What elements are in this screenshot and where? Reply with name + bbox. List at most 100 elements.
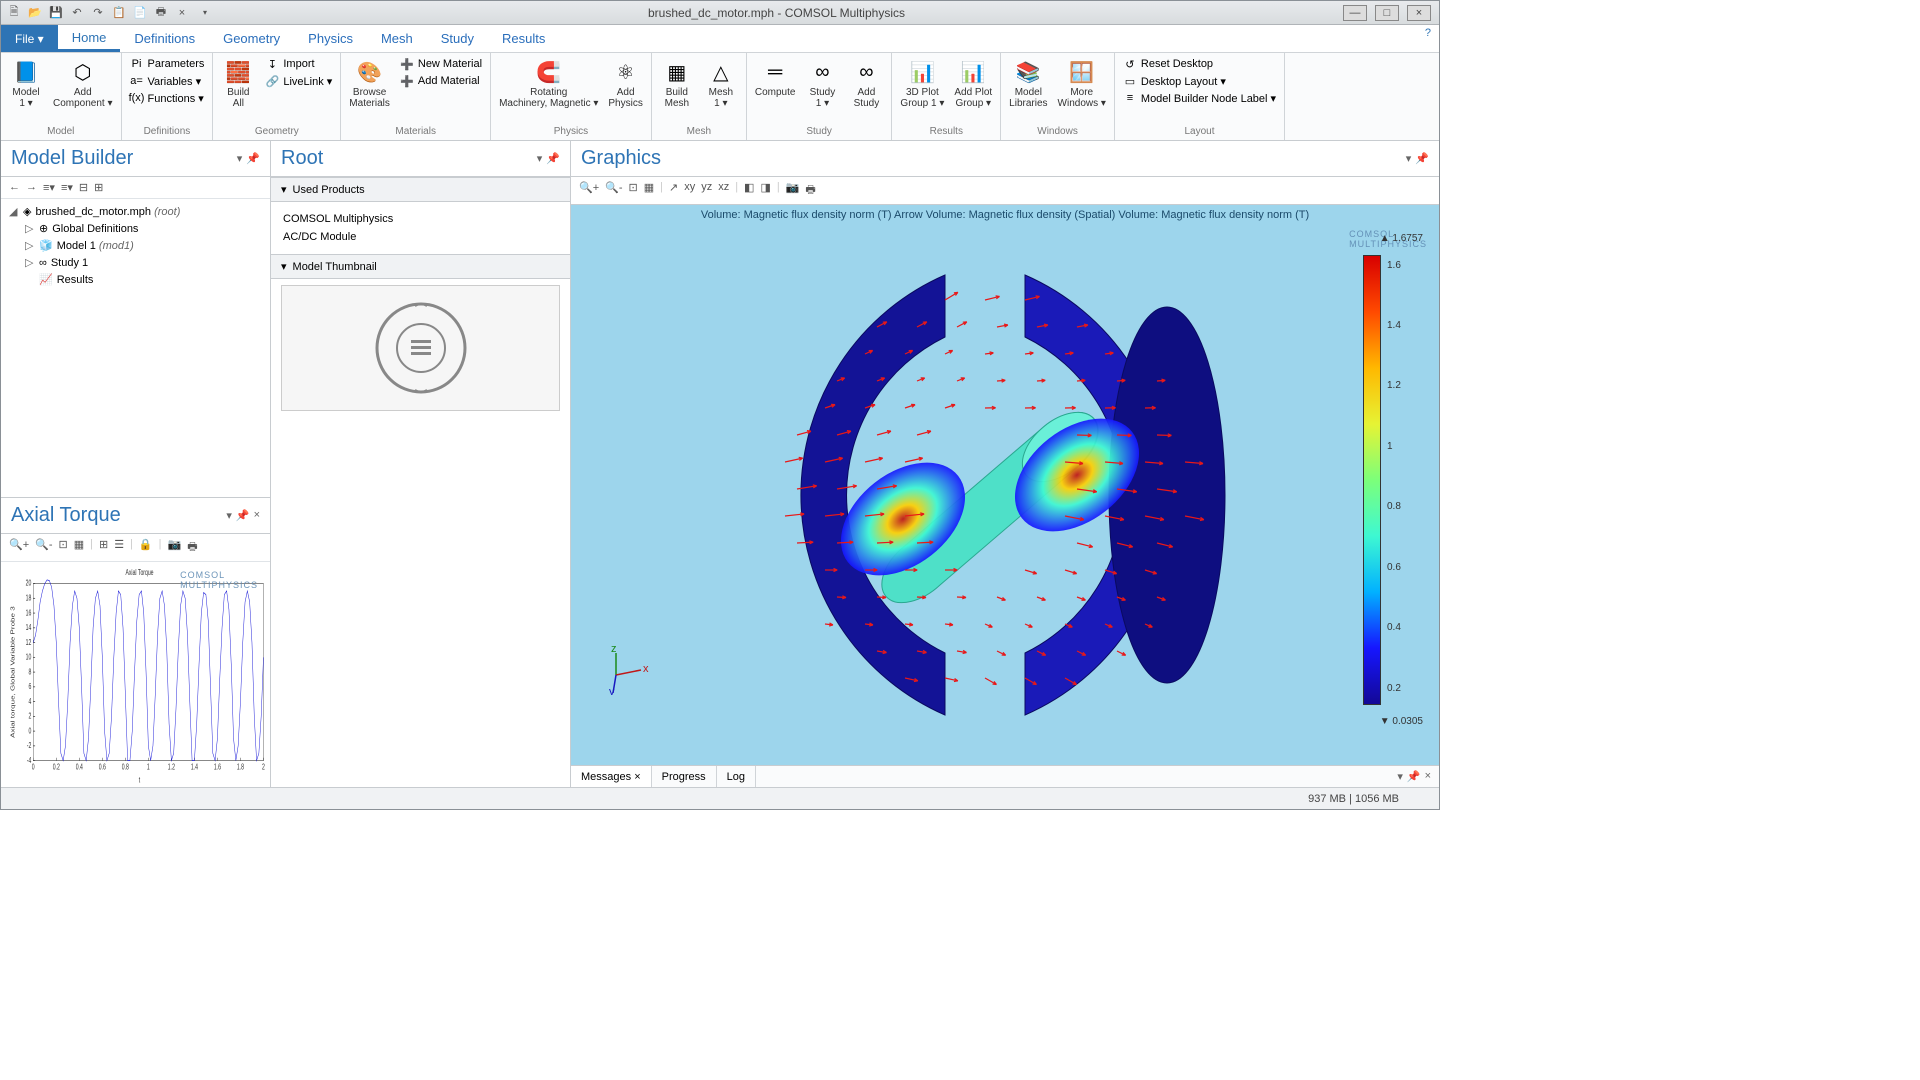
tree-collapse-icon[interactable]: ⊞: [94, 181, 103, 194]
open-icon[interactable]: 📂: [26, 4, 44, 22]
tab-progress[interactable]: Progress: [652, 766, 717, 787]
tree-expand-icon[interactable]: ⊟: [79, 181, 88, 194]
lock-icon[interactable]: 🔒: [139, 538, 153, 557]
tab-definitions[interactable]: Definitions: [120, 25, 209, 52]
panel-menu-icon[interactable]: ▾: [237, 152, 243, 165]
products-section-header[interactable]: ▾Used Products: [271, 177, 570, 202]
collapse-icon[interactable]: ≡▾: [61, 181, 73, 194]
ribbon-study[interactable]: ∞Study1 ▾: [801, 55, 843, 111]
zoom-out-icon[interactable]: 🔍-: [605, 181, 622, 200]
minimize-button[interactable]: —: [1343, 5, 1367, 21]
view-xy-icon[interactable]: ↗: [669, 181, 678, 200]
ribbon-add-material[interactable]: ➕Add Material: [398, 73, 484, 89]
zoom-box-icon[interactable]: ▦: [74, 538, 84, 557]
ribbon-variables-[interactable]: a=Variables ▾: [128, 73, 207, 89]
delete-icon[interactable]: ×: [173, 4, 191, 22]
tab-study[interactable]: Study: [427, 25, 488, 52]
ribbon-parameters[interactable]: PiParameters: [128, 56, 207, 72]
ribbon-reset-desktop[interactable]: ↺Reset Desktop: [1121, 56, 1278, 72]
ribbon-mesh[interactable]: △Mesh1 ▾: [700, 55, 742, 111]
save-icon[interactable]: 💾: [47, 4, 65, 22]
tree-item[interactable]: ▷⊕Global Definitions: [9, 220, 262, 237]
zoom-extents-icon[interactable]: ⊡: [58, 538, 67, 557]
print-icon[interactable]: 🖶: [805, 181, 815, 200]
back-icon[interactable]: ←: [9, 181, 20, 194]
tab-messages[interactable]: Messages ×: [571, 766, 652, 787]
tab-mesh[interactable]: Mesh: [367, 25, 427, 52]
ribbon-new-material[interactable]: ➕New Material: [398, 56, 484, 72]
torque-chart[interactable]: COMSOL MULTIPHYSICS Axial Torque-4-20246…: [1, 562, 270, 788]
xy-icon[interactable]: xy: [684, 181, 695, 200]
tree-item[interactable]: ▷∞Study 1: [9, 254, 262, 271]
ribbon-desktop-layout-[interactable]: ▭Desktop Layout ▾: [1121, 73, 1278, 89]
ribbon-livelink-[interactable]: 🔗LiveLink ▾: [263, 73, 334, 89]
ribbon-build[interactable]: 🧱BuildAll: [217, 55, 259, 111]
panel-pin-icon[interactable]: 📌: [246, 152, 260, 165]
expand-icon[interactable]: ≡▾: [43, 181, 55, 194]
panel-menu-icon[interactable]: ▾: [1397, 770, 1403, 783]
ribbon-browse[interactable]: 🎨BrowseMaterials: [345, 55, 394, 111]
ribbon-model[interactable]: 📚ModelLibraries: [1005, 55, 1051, 111]
qat-dropdown-icon[interactable]: ▾: [196, 4, 214, 22]
close-button[interactable]: ×: [1407, 5, 1431, 21]
tab-geometry[interactable]: Geometry: [209, 25, 294, 52]
undo-icon[interactable]: ↶: [68, 4, 86, 22]
copy-icon[interactable]: 📋: [110, 4, 128, 22]
ribbon-compute[interactable]: ═Compute: [751, 55, 800, 100]
print-icon[interactable]: 🖶: [152, 4, 170, 22]
print-icon[interactable]: 🖶: [187, 538, 197, 557]
yz-icon[interactable]: yz: [701, 181, 712, 200]
zoom-extents-icon[interactable]: ⊡: [628, 181, 637, 200]
ribbon-add[interactable]: ∞AddStudy: [845, 55, 887, 111]
ribbon-import[interactable]: ↧Import: [263, 56, 334, 72]
ribbon-functions-[interactable]: f(x)Functions ▾: [128, 90, 207, 106]
panel-close-icon[interactable]: ×: [1425, 770, 1431, 783]
snapshot-icon[interactable]: 📷: [167, 538, 181, 557]
forward-icon[interactable]: →: [26, 181, 37, 194]
tab-results[interactable]: Results: [488, 25, 559, 52]
ribbon-3d-plot[interactable]: 📊3D PlotGroup 1 ▾: [896, 55, 948, 111]
ribbon-add[interactable]: ⚛AddPhysics: [604, 55, 646, 111]
ribbon-model[interactable]: 📘Model1 ▾: [5, 55, 47, 111]
plot-caption: Volume: Magnetic flux density norm (T) A…: [571, 209, 1439, 221]
ribbon-add-plot[interactable]: 📊Add PlotGroup ▾: [950, 55, 996, 111]
select-icon[interactable]: ◧: [744, 181, 754, 200]
panel-pin-icon[interactable]: 📌: [546, 152, 560, 165]
grid-icon[interactable]: ⊞: [99, 538, 108, 557]
new-icon[interactable]: 🗎: [5, 4, 23, 22]
tree-item[interactable]: 📈Results: [9, 271, 262, 288]
panel-pin-icon[interactable]: 📌: [1407, 770, 1421, 783]
xz-icon[interactable]: xz: [718, 181, 729, 200]
model-tree[interactable]: ◢◈brushed_dc_motor.mph (root)▷⊕Global De…: [1, 199, 270, 497]
zoom-box-icon[interactable]: ▦: [644, 181, 654, 200]
panel-pin-icon[interactable]: 📌: [236, 509, 250, 522]
panel-menu-icon[interactable]: ▾: [226, 509, 232, 522]
legend-icon[interactable]: ☰: [114, 538, 124, 557]
snapshot-icon[interactable]: 📷: [786, 181, 800, 200]
panel-close-icon[interactable]: ×: [254, 509, 260, 522]
tab-log[interactable]: Log: [717, 766, 756, 787]
panel-menu-icon[interactable]: ▾: [537, 152, 543, 165]
tab-home[interactable]: Home: [58, 25, 121, 52]
redo-icon[interactable]: ↷: [89, 4, 107, 22]
tab-physics[interactable]: Physics: [294, 25, 367, 52]
ribbon-build[interactable]: ▦BuildMesh: [656, 55, 698, 111]
ribbon-add[interactable]: ⬡AddComponent ▾: [49, 55, 117, 111]
zoom-in-icon[interactable]: 🔍+: [9, 538, 29, 557]
file-menu[interactable]: File ▾: [1, 25, 58, 52]
tree-item[interactable]: ◢◈brushed_dc_motor.mph (root): [9, 203, 262, 220]
thumbnail-section-header[interactable]: ▾Model Thumbnail: [271, 254, 570, 279]
zoom-in-icon[interactable]: 🔍+: [579, 181, 599, 200]
ribbon-rotating[interactable]: 🧲RotatingMachinery, Magnetic ▾: [495, 55, 602, 111]
maximize-button[interactable]: □: [1375, 5, 1399, 21]
ribbon-more[interactable]: 🪟MoreWindows ▾: [1054, 55, 1110, 111]
graphics-canvas[interactable]: Volume: Magnetic flux density norm (T) A…: [571, 205, 1439, 765]
panel-menu-icon[interactable]: ▾: [1406, 152, 1412, 165]
help-button[interactable]: ?: [1417, 25, 1439, 52]
ribbon-model-builder-node-label-[interactable]: ≡Model Builder Node Label ▾: [1121, 90, 1278, 106]
panel-pin-icon[interactable]: 📌: [1415, 152, 1429, 165]
deselect-icon[interactable]: ◨: [760, 181, 770, 200]
zoom-out-icon[interactable]: 🔍-: [35, 538, 52, 557]
paste-icon[interactable]: 📄: [131, 4, 149, 22]
tree-item[interactable]: ▷🧊Model 1 (mod1): [9, 237, 262, 254]
